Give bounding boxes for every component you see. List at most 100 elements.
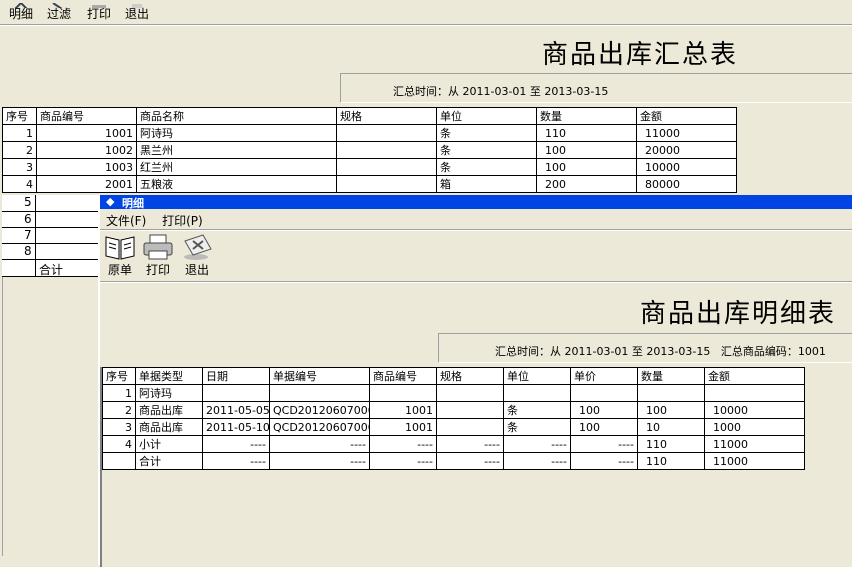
col-header[interactable]: 金额 [704, 367, 805, 385]
cell-type[interactable]: 商品出库 [135, 401, 203, 419]
cell-unit[interactable]: 条 [436, 124, 537, 142]
table-row[interactable]: 2 商品出库 2011-05-05 QCD201206070001 1001 条… [102, 401, 805, 419]
table-row[interactable]: 合计 ---- ---- ---- ---- ---- ---- 110 110… [102, 452, 805, 470]
cell-code[interactable]: ---- [369, 452, 437, 470]
cell-spec[interactable] [436, 401, 504, 419]
cell-qty[interactable]: 10 [637, 418, 705, 436]
cell-code[interactable]: 1001 [369, 401, 437, 419]
cell-qty[interactable]: 100 [637, 401, 705, 419]
menu-print[interactable]: 打印(P) [162, 214, 203, 228]
col-header[interactable]: 商品编号 [36, 107, 137, 125]
col-header[interactable]: 商品名称 [136, 107, 337, 125]
cell-doc[interactable]: QCD201206070004 [269, 418, 370, 436]
cell-date[interactable]: 2011-05-10 [202, 418, 270, 436]
cell-code[interactable]: 1002 [36, 141, 137, 159]
menu-file[interactable]: 文件(F) [106, 214, 146, 228]
original-doc-button[interactable]: 原单 [102, 233, 138, 278]
col-header[interactable]: 单据编号 [269, 367, 370, 385]
cell-qty[interactable]: 110 [637, 452, 705, 470]
detail-button[interactable]: 明细 [6, 0, 36, 20]
cell-code[interactable]: 1003 [36, 158, 137, 176]
cell-type[interactable]: 阿诗玛 [135, 384, 203, 402]
cell-doc[interactable] [269, 384, 370, 402]
print-button[interactable]: 打印 [84, 0, 114, 20]
cell-date[interactable]: ---- [202, 452, 270, 470]
cell-amount[interactable]: 11000 [636, 124, 737, 142]
col-header[interactable]: 单位 [436, 107, 537, 125]
cell-spec[interactable] [336, 175, 437, 193]
cell-doc[interactable]: ---- [269, 435, 370, 453]
cell-name[interactable]: 阿诗玛 [136, 124, 337, 142]
cell-qty[interactable]: 110 [637, 435, 705, 453]
col-header[interactable]: 日期 [202, 367, 270, 385]
cell-doc[interactable]: ---- [269, 452, 370, 470]
table-row[interactable]: 3 1003 红兰州 条 100 10000 [2, 158, 737, 176]
cell-unit[interactable]: ---- [503, 435, 571, 453]
col-header[interactable]: 序号 [2, 107, 37, 125]
cell-date[interactable]: 2011-05-05 [202, 401, 270, 419]
cell-spec[interactable] [436, 418, 504, 436]
cell-date[interactable] [202, 384, 270, 402]
col-header[interactable]: 金额 [636, 107, 737, 125]
cell-date[interactable]: ---- [202, 435, 270, 453]
cell-unit[interactable]: 箱 [436, 175, 537, 193]
cell-price[interactable]: ---- [570, 435, 638, 453]
summary-table[interactable]: 序号 商品编号 商品名称 规格 单位 数量 金额 1 1001 阿诗玛 条 11… [2, 107, 737, 193]
cell-spec[interactable] [336, 158, 437, 176]
filter-button[interactable]: 过滤 [44, 0, 74, 20]
cell-code[interactable]: 1001 [36, 124, 137, 142]
detail-table[interactable]: 序号 单据类型 日期 单据编号 商品编号 规格 单位 单价 数量 金额 1 阿诗… [102, 367, 805, 470]
cell-name[interactable]: 黑兰州 [136, 141, 337, 159]
cell-amount[interactable]: 10000 [636, 158, 737, 176]
cell-unit[interactable]: 条 [503, 418, 571, 436]
cell-qty[interactable]: 100 [536, 141, 637, 159]
table-row[interactable]: 4 小计 ---- ---- ---- ---- ---- ---- 110 1… [102, 435, 805, 453]
cell-code[interactable]: 2001 [36, 175, 137, 193]
cell-type[interactable]: 小计 [135, 435, 203, 453]
col-header[interactable]: 单价 [570, 367, 638, 385]
col-header[interactable]: 单据类型 [135, 367, 203, 385]
cell-code[interactable] [369, 384, 437, 402]
cell-price[interactable]: 100 [570, 401, 638, 419]
cell-name[interactable]: 红兰州 [136, 158, 337, 176]
table-row[interactable]: 3 商品出库 2011-05-10 QCD201206070004 1001 条… [102, 418, 805, 436]
col-header[interactable]: 序号 [102, 367, 136, 385]
cell-spec[interactable] [436, 384, 504, 402]
cell-code[interactable]: ---- [369, 435, 437, 453]
cell-price[interactable]: ---- [570, 452, 638, 470]
cell-amount[interactable] [704, 384, 805, 402]
cell-amount[interactable]: 10000 [704, 401, 805, 419]
cell-unit[interactable]: 条 [503, 401, 571, 419]
cell-price[interactable] [570, 384, 638, 402]
cell-unit[interactable] [503, 384, 571, 402]
cell-qty[interactable]: 100 [536, 158, 637, 176]
detail-print-button[interactable]: 打印 [140, 233, 176, 278]
detail-exit-button[interactable]: 退出 [179, 233, 215, 278]
cell-price[interactable]: 100 [570, 418, 638, 436]
cell-unit[interactable]: ---- [503, 452, 571, 470]
cell-doc[interactable]: QCD201206070001 [269, 401, 370, 419]
table-row[interactable]: 1 阿诗玛 [102, 384, 805, 402]
col-header[interactable]: 数量 [536, 107, 637, 125]
cell-spec[interactable] [336, 141, 437, 159]
cell-qty[interactable]: 200 [536, 175, 637, 193]
cell-spec[interactable]: ---- [436, 435, 504, 453]
cell-name[interactable]: 五粮液 [136, 175, 337, 193]
cell-qty[interactable] [637, 384, 705, 402]
detail-window-caption[interactable]: ◆ 明细 [100, 195, 852, 210]
cell-amount[interactable]: 11000 [704, 435, 805, 453]
cell-amount[interactable]: 1000 [704, 418, 805, 436]
table-row[interactable]: 4 2001 五粮液 箱 200 80000 [2, 175, 737, 193]
detail-window[interactable]: ◆ 明细 文件(F) 打印(P) 原单 打印 退出 商品出库明细表 汇总时间：从… [98, 195, 852, 567]
cell-unit[interactable]: 条 [436, 141, 537, 159]
exit-button[interactable]: 退出 [122, 0, 152, 20]
table-row[interactable]: 1 1001 阿诗玛 条 110 11000 [2, 124, 737, 142]
cell-amount[interactable]: 80000 [636, 175, 737, 193]
cell-type[interactable]: 合计 [135, 452, 203, 470]
cell-unit[interactable]: 条 [436, 158, 537, 176]
cell-code[interactable]: 1001 [369, 418, 437, 436]
cell-amount[interactable]: 11000 [704, 452, 805, 470]
col-header[interactable]: 单位 [503, 367, 571, 385]
cell-type[interactable]: 商品出库 [135, 418, 203, 436]
cell-amount[interactable]: 20000 [636, 141, 737, 159]
